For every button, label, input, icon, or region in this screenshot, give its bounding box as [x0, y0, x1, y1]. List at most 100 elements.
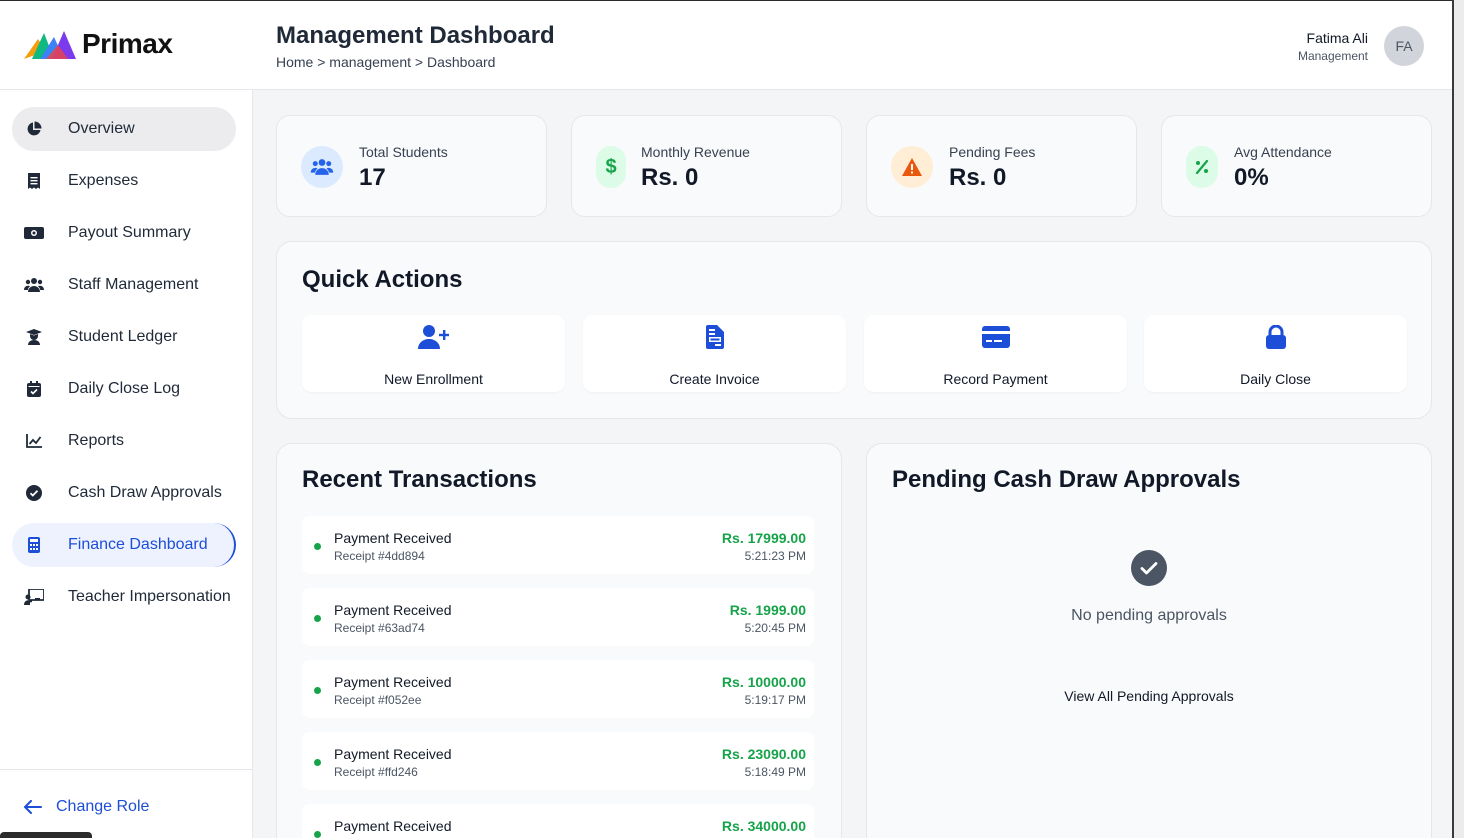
quick-action-label: Create Invoice: [669, 371, 760, 387]
transaction-receipt: Receipt #4dd894: [334, 549, 425, 563]
user-plus-icon: [417, 323, 450, 351]
transaction-title: Payment Received: [334, 602, 452, 618]
brand-name: Primax: [82, 28, 173, 59]
check-circle-icon: [24, 483, 44, 503]
invoice-icon: [705, 323, 724, 351]
sidebar-item-label: Reports: [68, 432, 125, 449]
transaction-amount: Rs. 10000.00: [721, 674, 806, 690]
sidebar-item-overview[interactable]: Overview: [12, 107, 236, 151]
dollar-icon: $: [596, 146, 626, 188]
stat-card-avg-attendance: Avg Attendance 0%: [1161, 115, 1432, 217]
line-chart-icon: [24, 431, 44, 451]
stat-value: 17: [359, 164, 386, 191]
stat-label: Avg Attendance: [1234, 144, 1332, 160]
money-bill-icon: [24, 223, 44, 243]
top-header: Primax Management Dashboard Home > manag…: [0, 1, 1452, 90]
user-role: Management: [1297, 49, 1368, 63]
lock-icon: [1265, 323, 1286, 351]
sidebar-item-payout-summary[interactable]: Payout Summary: [12, 211, 236, 255]
recent-transactions-title: Recent Transactions: [302, 466, 537, 493]
transaction-title: Payment Received: [334, 746, 452, 762]
pie-chart-icon: [24, 119, 44, 139]
stat-card-monthly-revenue: $ Monthly Revenue Rs. 0: [571, 115, 842, 217]
transaction-amount: Rs. 17999.00: [721, 530, 806, 546]
calendar-check-icon: [24, 379, 44, 399]
sidebar-item-label: Student Ledger: [68, 328, 178, 345]
transaction-row[interactable]: Payment Received Receipt #f052ee Rs. 100…: [302, 660, 814, 718]
status-dot: [314, 543, 321, 550]
transaction-time: 5:21:23 PM: [744, 549, 806, 563]
sidebar-item-student-ledger[interactable]: Student Ledger: [12, 315, 236, 359]
transaction-title: Payment Received: [334, 818, 452, 834]
sidebar-item-expenses[interactable]: Expenses: [12, 159, 236, 203]
change-role-label: Change Role: [56, 798, 150, 815]
new-enrollment-button[interactable]: New Enrollment: [302, 315, 565, 392]
sidebar-item-staff-management[interactable]: Staff Management: [12, 263, 236, 307]
status-dot: [314, 615, 321, 622]
transaction-row[interactable]: Payment Received Receipt #4dd894 Rs. 179…: [302, 516, 814, 574]
daily-close-button[interactable]: Daily Close: [1144, 315, 1407, 392]
sidebar-item-reports[interactable]: Reports: [12, 419, 236, 463]
quick-actions-title: Quick Actions: [302, 266, 463, 293]
transaction-row[interactable]: Payment Received Rs. 34000.00: [302, 804, 814, 838]
window-edge: [1452, 0, 1464, 838]
stat-value: Rs. 0: [641, 164, 699, 191]
sidebar-item-label: Payout Summary: [68, 224, 191, 241]
calculator-icon: [24, 535, 44, 555]
transaction-receipt: Receipt #f052ee: [334, 693, 422, 707]
stat-label: Total Students: [359, 144, 448, 160]
record-payment-button[interactable]: Record Payment: [864, 315, 1127, 392]
chalkboard-teacher-icon: [24, 587, 44, 607]
transaction-amount: Rs. 23090.00: [721, 746, 806, 762]
quick-action-label: Record Payment: [943, 371, 1048, 387]
stat-card-total-students: Total Students 17: [276, 115, 547, 217]
sidebar: Overview Expenses Payout Summary Staff M…: [0, 90, 253, 838]
quick-actions-panel: Quick Actions New Enrollment Create Invo…: [276, 241, 1432, 419]
create-invoice-button[interactable]: Create Invoice: [583, 315, 846, 392]
page-title: Management Dashboard: [276, 22, 555, 49]
sidebar-item-label: Staff Management: [68, 276, 199, 293]
transaction-row[interactable]: Payment Received Receipt #63ad74 Rs. 199…: [302, 588, 814, 646]
brand-logo[interactable]: Primax: [24, 27, 173, 61]
arrow-left-icon: [24, 800, 42, 814]
transaction-receipt: Receipt #63ad74: [334, 621, 425, 635]
transaction-receipt: Receipt #ffd246: [334, 765, 418, 779]
transaction-amount: Rs. 1999.00: [729, 602, 806, 618]
view-all-approvals-link[interactable]: View All Pending Approvals: [867, 688, 1431, 704]
user-info[interactable]: Fatima Ali Management: [1298, 30, 1368, 63]
sidebar-item-daily-close-log[interactable]: Daily Close Log: [12, 367, 236, 411]
stat-value: 0%: [1234, 164, 1269, 191]
receipt-icon: [24, 171, 44, 191]
transaction-title: Payment Received: [334, 530, 452, 546]
change-role-button[interactable]: Change Role: [24, 798, 149, 816]
sidebar-item-label: Daily Close Log: [68, 380, 181, 397]
stat-value: Rs. 0: [949, 164, 1007, 191]
transaction-time: 5:18:49 PM: [744, 765, 806, 779]
pending-approvals-panel: Pending Cash Draw Approvals No pending a…: [866, 443, 1432, 838]
status-dot: [314, 759, 321, 766]
primax-logo-icon: [24, 31, 76, 59]
transaction-row[interactable]: Payment Received Receipt #ffd246 Rs. 230…: [302, 732, 814, 790]
sidebar-item-label: Expenses: [68, 172, 139, 189]
sidebar-item-label: Finance Dashboard: [68, 536, 208, 553]
sidebar-item-label: Cash Draw Approvals: [68, 484, 222, 501]
stat-label: Pending Fees: [949, 144, 1036, 160]
stat-label: Monthly Revenue: [641, 144, 750, 160]
tooltip: [0, 832, 92, 838]
avatar[interactable]: FA: [1384, 26, 1424, 66]
percent-icon: [1186, 146, 1218, 188]
breadcrumb: Home > management > Dashboard: [276, 54, 496, 70]
quick-action-label: New Enrollment: [384, 371, 483, 387]
check-circle-icon: [1131, 550, 1167, 586]
pending-approvals-title: Pending Cash Draw Approvals: [892, 466, 1241, 493]
sidebar-item-finance-dashboard[interactable]: Finance Dashboard: [12, 523, 236, 567]
empty-state-text: No pending approvals: [1071, 607, 1227, 624]
transaction-amount: Rs. 34000.00: [721, 818, 806, 834]
sidebar-footer: Change Role: [0, 769, 252, 838]
sidebar-item-cash-draw-approvals[interactable]: Cash Draw Approvals: [12, 471, 236, 515]
sidebar-item-teacher-impersonation[interactable]: Teacher Impersonation: [12, 575, 236, 619]
sidebar-item-label: Teacher Impersonation: [68, 588, 231, 605]
warning-icon: [891, 146, 933, 188]
users-icon: [301, 146, 343, 188]
user-name: Fatima Ali: [1306, 30, 1368, 46]
